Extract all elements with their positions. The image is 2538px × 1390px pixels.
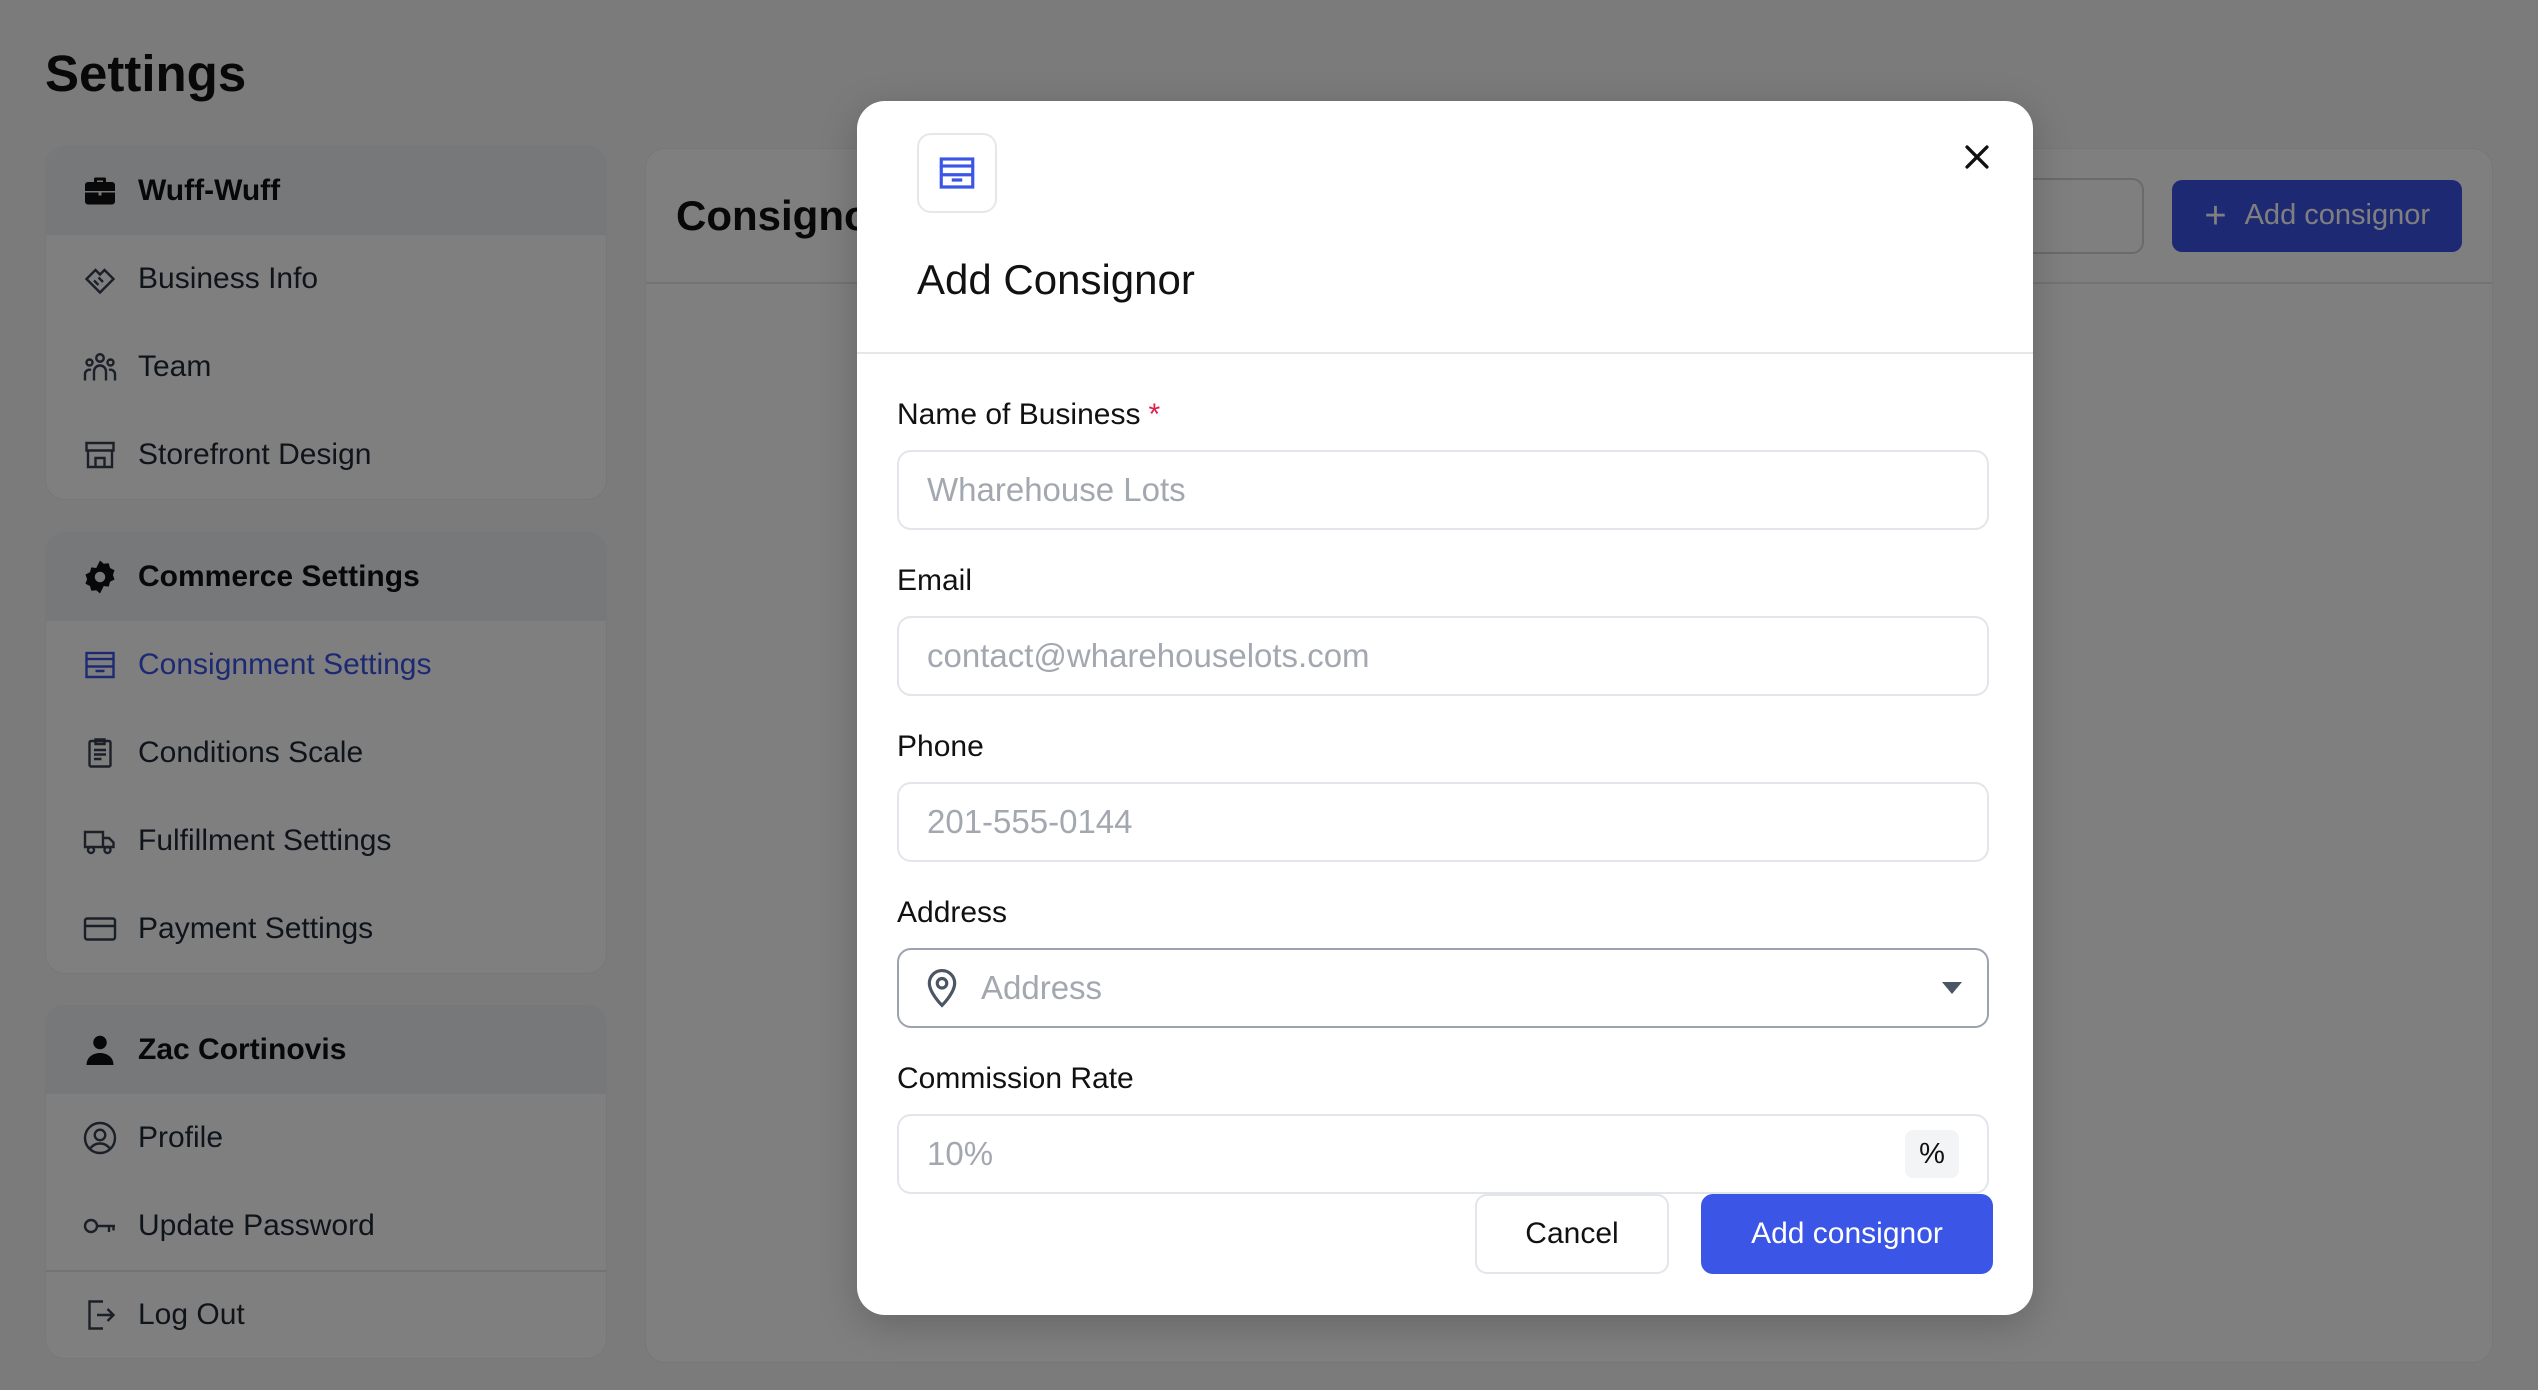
commission-label: Commission Rate bbox=[897, 1062, 1134, 1095]
percent-suffix: % bbox=[1905, 1130, 1959, 1178]
commission-field: % bbox=[897, 1114, 1989, 1194]
archive-box-icon bbox=[917, 133, 997, 213]
email-input[interactable] bbox=[927, 637, 1959, 675]
business-name-group: Name of Business * bbox=[897, 398, 1993, 530]
add-consignor-button[interactable]: Add consignor bbox=[1701, 1194, 1993, 1274]
close-icon[interactable] bbox=[1957, 137, 1997, 177]
phone-input[interactable] bbox=[927, 803, 1959, 841]
commission-group: Commission Rate % bbox=[897, 1062, 1993, 1194]
commission-input[interactable] bbox=[927, 1135, 1905, 1173]
modal-header: Add Consignor bbox=[857, 101, 2033, 354]
add-consignor-modal: Add Consignor Name of Business* Email Ph… bbox=[857, 101, 2033, 1315]
modal-title: Add Consignor bbox=[917, 256, 1195, 303]
chevron-down-icon[interactable] bbox=[1941, 981, 1963, 995]
address-select[interactable] bbox=[897, 948, 1989, 1028]
business-name-input[interactable] bbox=[927, 471, 1959, 509]
email-field bbox=[897, 616, 1989, 696]
cancel-button[interactable]: Cancel bbox=[1475, 1194, 1669, 1274]
modal-footer: Cancel Add consignor bbox=[1475, 1194, 1993, 1274]
phone-group: Phone bbox=[897, 730, 1993, 862]
address-label: Address bbox=[897, 896, 1008, 929]
address-input[interactable] bbox=[981, 969, 1931, 1007]
business-name-field bbox=[897, 450, 1989, 530]
required-indicator: * bbox=[1148, 398, 1161, 431]
modal-body: Name of Business* Email Phone Address bbox=[857, 398, 2033, 1194]
phone-label: Phone bbox=[897, 730, 984, 763]
address-group: Address bbox=[897, 896, 1993, 1028]
business-name-label: Name of Business * bbox=[897, 398, 1161, 431]
phone-field bbox=[897, 782, 1989, 862]
email-label: Email bbox=[897, 564, 973, 597]
map-pin-icon bbox=[923, 967, 961, 1009]
email-group: Email bbox=[897, 564, 1993, 696]
